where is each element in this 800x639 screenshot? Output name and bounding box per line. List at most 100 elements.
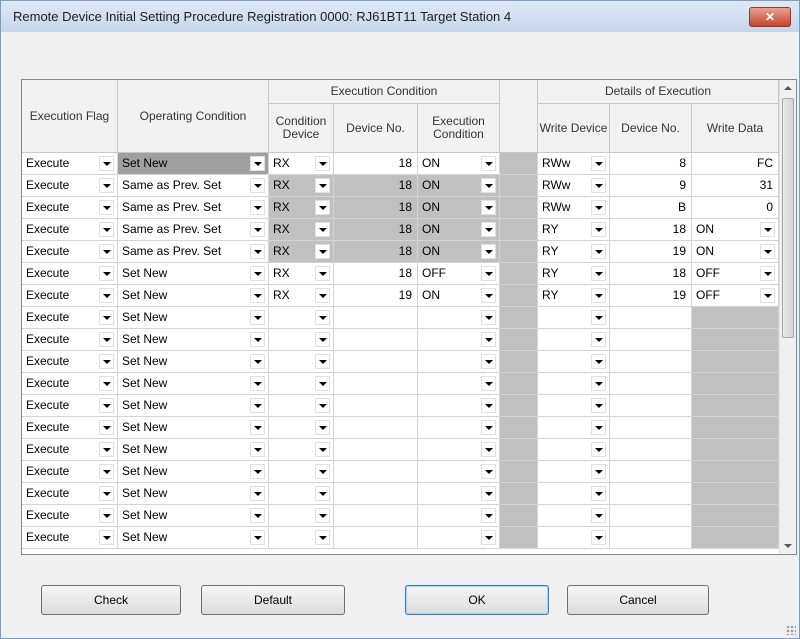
ok-button[interactable]: OK [405, 585, 549, 615]
execution-condition-select[interactable] [418, 395, 500, 416]
execution-condition-select[interactable]: ON [418, 285, 500, 306]
write-device-no[interactable]: 19 [610, 285, 692, 306]
write-data[interactable]: 31 [692, 175, 779, 196]
operating-condition-select[interactable]: Set New [118, 285, 269, 306]
write-device-no[interactable] [610, 417, 692, 438]
dropdown-arrow-icon[interactable] [760, 266, 775, 281]
write-data[interactable]: OFF [692, 263, 779, 284]
condition-device-no[interactable]: 18 [334, 241, 418, 262]
dropdown-arrow-icon[interactable] [760, 288, 775, 303]
write-data[interactable] [692, 329, 779, 350]
dropdown-arrow-icon[interactable] [481, 332, 496, 347]
scroll-thumb[interactable] [782, 98, 794, 338]
execution-flag-select[interactable]: Execute [22, 505, 118, 526]
execution-flag-select[interactable]: Execute [22, 329, 118, 350]
write-device-no[interactable] [610, 307, 692, 328]
dropdown-arrow-icon[interactable] [315, 266, 330, 281]
dropdown-arrow-icon[interactable] [481, 508, 496, 523]
condition-device-no[interactable] [334, 439, 418, 460]
condition-device-no[interactable] [334, 417, 418, 438]
dropdown-arrow-icon[interactable] [315, 486, 330, 501]
condition-device-select[interactable] [269, 329, 334, 350]
write-device-no[interactable] [610, 483, 692, 504]
dropdown-arrow-icon[interactable] [99, 222, 114, 237]
dropdown-arrow-icon[interactable] [99, 398, 114, 413]
condition-device-no[interactable] [334, 527, 418, 548]
execution-flag-select[interactable]: Execute [22, 285, 118, 306]
dropdown-arrow-icon[interactable] [481, 244, 496, 259]
condition-device-no[interactable]: 18 [334, 219, 418, 240]
dropdown-arrow-icon[interactable] [250, 222, 265, 237]
operating-condition-select[interactable]: Set New [118, 329, 269, 350]
condition-device-select[interactable] [269, 351, 334, 372]
write-data[interactable] [692, 505, 779, 526]
dropdown-arrow-icon[interactable] [99, 442, 114, 457]
dropdown-arrow-icon[interactable] [99, 464, 114, 479]
write-device-select[interactable]: RWw [538, 175, 610, 196]
resize-grip-icon[interactable] [786, 625, 796, 635]
dropdown-arrow-icon[interactable] [315, 420, 330, 435]
dropdown-arrow-icon[interactable] [99, 244, 114, 259]
dropdown-arrow-icon[interactable] [99, 310, 114, 325]
condition-device-select[interactable] [269, 505, 334, 526]
write-device-select[interactable] [538, 395, 610, 416]
check-button[interactable]: Check [41, 585, 181, 615]
write-device-no[interactable] [610, 505, 692, 526]
title-bar[interactable]: Remote Device Initial Setting Procedure … [1, 1, 799, 32]
dropdown-arrow-icon[interactable] [481, 200, 496, 215]
scroll-up-arrow-icon[interactable] [780, 80, 796, 96]
dropdown-arrow-icon[interactable] [250, 530, 265, 545]
condition-device-select[interactable]: RX [269, 219, 334, 240]
execution-condition-select[interactable] [418, 307, 500, 328]
dropdown-arrow-icon[interactable] [591, 420, 606, 435]
execution-flag-select[interactable]: Execute [22, 461, 118, 482]
dropdown-arrow-icon[interactable] [591, 288, 606, 303]
execution-condition-select[interactable] [418, 483, 500, 504]
dropdown-arrow-icon[interactable] [591, 508, 606, 523]
dropdown-arrow-icon[interactable] [591, 156, 606, 171]
write-device-select[interactable] [538, 417, 610, 438]
dropdown-arrow-icon[interactable] [591, 222, 606, 237]
dropdown-arrow-icon[interactable] [99, 288, 114, 303]
condition-device-select[interactable] [269, 417, 334, 438]
condition-device-no[interactable] [334, 461, 418, 482]
dropdown-arrow-icon[interactable] [591, 332, 606, 347]
write-device-select[interactable] [538, 373, 610, 394]
operating-condition-select[interactable]: Set New [118, 395, 269, 416]
write-device-no[interactable] [610, 439, 692, 460]
execution-condition-select[interactable]: OFF [418, 263, 500, 284]
dropdown-arrow-icon[interactable] [250, 266, 265, 281]
dropdown-arrow-icon[interactable] [481, 156, 496, 171]
dropdown-arrow-icon[interactable] [315, 222, 330, 237]
condition-device-select[interactable] [269, 307, 334, 328]
operating-condition-select[interactable]: Set New [118, 153, 269, 174]
write-device-select[interactable]: RY [538, 219, 610, 240]
dropdown-arrow-icon[interactable] [591, 442, 606, 457]
write-device-select[interactable] [538, 307, 610, 328]
dropdown-arrow-icon[interactable] [481, 376, 496, 391]
write-device-select[interactable] [538, 329, 610, 350]
execution-condition-select[interactable] [418, 461, 500, 482]
operating-condition-select[interactable]: Same as Prev. Set [118, 175, 269, 196]
condition-device-select[interactable]: RX [269, 263, 334, 284]
dropdown-arrow-icon[interactable] [250, 200, 265, 215]
dropdown-arrow-icon[interactable] [481, 420, 496, 435]
dropdown-arrow-icon[interactable] [99, 420, 114, 435]
dropdown-arrow-icon[interactable] [99, 354, 114, 369]
write-data[interactable] [692, 395, 779, 416]
write-data[interactable] [692, 351, 779, 372]
dropdown-arrow-icon[interactable] [315, 530, 330, 545]
dropdown-arrow-icon[interactable] [250, 310, 265, 325]
execution-flag-select[interactable]: Execute [22, 219, 118, 240]
write-data[interactable]: OFF [692, 285, 779, 306]
condition-device-no[interactable]: 18 [334, 263, 418, 284]
write-device-no[interactable]: 18 [610, 263, 692, 284]
condition-device-select[interactable]: RX [269, 241, 334, 262]
dropdown-arrow-icon[interactable] [315, 332, 330, 347]
execution-condition-select[interactable] [418, 329, 500, 350]
dropdown-arrow-icon[interactable] [99, 332, 114, 347]
dropdown-arrow-icon[interactable] [591, 376, 606, 391]
operating-condition-select[interactable]: Same as Prev. Set [118, 241, 269, 262]
dropdown-arrow-icon[interactable] [760, 222, 775, 237]
dropdown-arrow-icon[interactable] [591, 530, 606, 545]
